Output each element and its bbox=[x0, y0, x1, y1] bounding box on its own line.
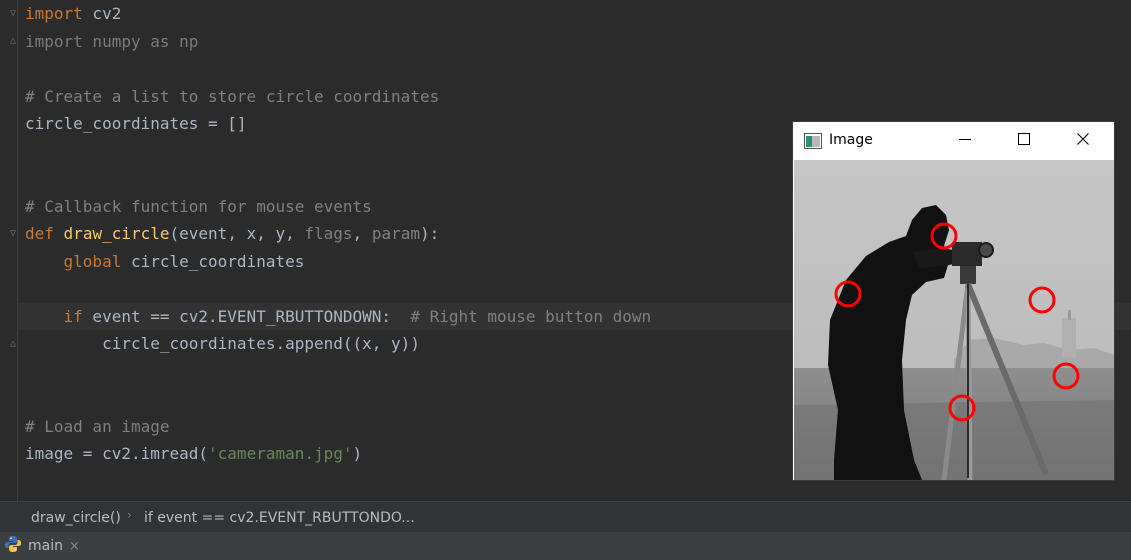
fold-marker-icon[interactable]: ▽ bbox=[10, 228, 20, 240]
image-window: Image bbox=[793, 122, 1114, 480]
code-line-1[interactable]: import cv2 bbox=[25, 0, 121, 27]
close-icon bbox=[1077, 133, 1089, 149]
window-app-icon bbox=[804, 133, 822, 153]
code-line-2[interactable]: import numpy as np bbox=[25, 28, 198, 55]
breadcrumb-item-function[interactable]: draw_circle() bbox=[31, 510, 121, 526]
breadcrumb-separator-icon: › bbox=[127, 508, 132, 522]
code-line-10[interactable]: global circle_coordinates bbox=[25, 248, 305, 275]
run-tab-main[interactable]: main × bbox=[0, 532, 94, 560]
python-icon bbox=[4, 535, 22, 557]
code-line-13[interactable]: circle_coordinates.append((x, y)) bbox=[25, 330, 420, 357]
code-line-9[interactable]: def draw_circle(event, x, y, flags, para… bbox=[25, 220, 439, 247]
breadcrumb: draw_circle() › if event == cv2.EVENT_RB… bbox=[0, 501, 1131, 533]
fold-marker-icon[interactable]: ▽ bbox=[10, 8, 20, 20]
minimize-icon bbox=[959, 133, 971, 149]
run-tool-window-bar: main × bbox=[0, 532, 1131, 560]
code-line-17[interactable]: image = cv2.imread('cameraman.jpg') bbox=[25, 440, 362, 467]
code-line-5[interactable]: circle_coordinates = [] bbox=[25, 110, 247, 137]
close-window-button[interactable] bbox=[1060, 122, 1106, 160]
image-window-titlebar[interactable]: Image bbox=[793, 122, 1114, 160]
cameraman-image[interactable] bbox=[794, 160, 1114, 480]
fold-marker-icon[interactable]: △ bbox=[10, 35, 20, 47]
maximize-icon bbox=[1018, 133, 1030, 149]
window-title: Image bbox=[829, 132, 873, 148]
code-line-8[interactable]: # Callback function for mouse events bbox=[25, 193, 372, 220]
gutter-divider bbox=[17, 0, 18, 501]
fold-marker-icon[interactable]: △ bbox=[10, 338, 20, 350]
run-tab-label: main bbox=[28, 538, 63, 554]
minimize-button[interactable] bbox=[942, 122, 988, 160]
code-line-16[interactable]: # Load an image bbox=[25, 413, 170, 440]
breadcrumb-item-statement[interactable]: if event == cv2.EVENT_RBUTTONDO... bbox=[144, 510, 415, 526]
maximize-button[interactable] bbox=[1001, 122, 1047, 160]
code-line-4[interactable]: # Create a list to store circle coordina… bbox=[25, 83, 439, 110]
close-icon[interactable]: × bbox=[69, 539, 80, 554]
